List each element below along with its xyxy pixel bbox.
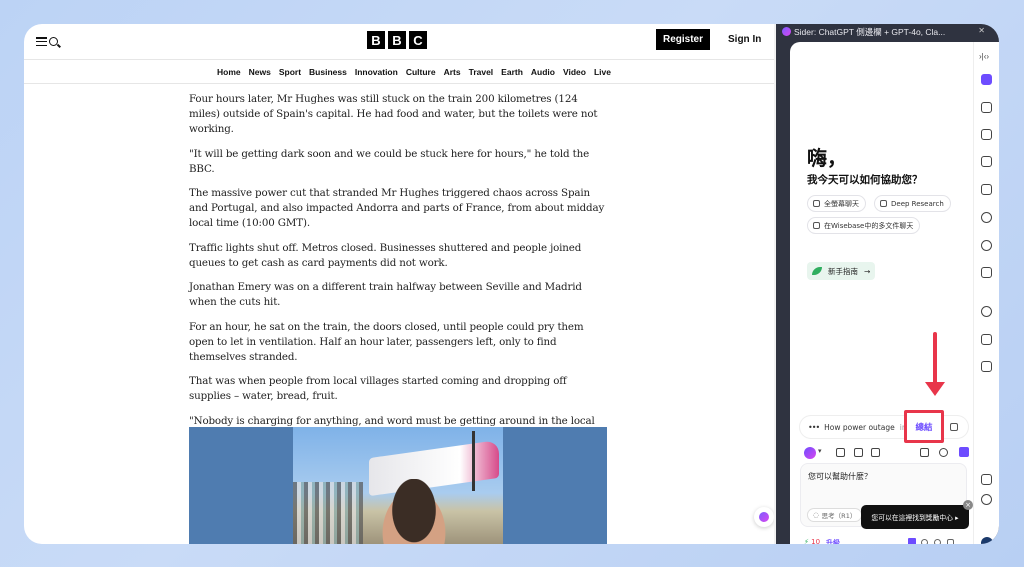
article-paragraph: Traffic lights shut off. Metros closed. …	[189, 241, 582, 269]
arrow-right-icon: →	[864, 266, 871, 276]
summarize-button[interactable]: 總結	[904, 410, 944, 443]
history-icon[interactable]	[981, 240, 992, 251]
logo-letter: B	[367, 31, 385, 49]
nav-earth[interactable]: Earth	[501, 67, 523, 77]
clipboard-icon[interactable]	[981, 184, 992, 195]
sider-float-button[interactable]	[754, 507, 774, 527]
expand-icon[interactable]	[950, 423, 958, 431]
article-paragraph: The massive power cut that stranded Mr H…	[189, 187, 605, 229]
nav-video[interactable]: Video	[563, 67, 586, 77]
nav-audio[interactable]: Audio	[531, 67, 555, 77]
bbc-header: B B C Register Sign In	[24, 24, 776, 60]
nav-sport[interactable]: Sport	[279, 67, 301, 77]
sider-footer: ⚡ 10 升級	[800, 538, 970, 544]
help-circle-icon[interactable]	[934, 539, 941, 544]
layout-icon[interactable]	[981, 361, 992, 372]
sign-in-link[interactable]: Sign In	[728, 34, 761, 45]
settings-icon[interactable]	[981, 494, 992, 505]
nav-live[interactable]: Live	[594, 67, 611, 77]
bbc-logo[interactable]: B B C	[367, 31, 427, 49]
article-paragraph: For an hour, he sat on the train, the do…	[189, 320, 584, 363]
collapse-icon[interactable]: ›|‹›	[979, 52, 989, 61]
logo-letter: B	[388, 31, 406, 49]
bbc-nav: Home News Sport Business Innovation Cult…	[24, 60, 776, 84]
nav-travel[interactable]: Travel	[469, 67, 494, 77]
more-icon[interactable]: •••	[808, 423, 820, 432]
greeting: 嗨，	[807, 146, 847, 170]
annotation-arrow-head	[925, 382, 945, 396]
mobile-icon[interactable]	[981, 474, 992, 485]
article-paragraph: That was when people from local villages…	[189, 375, 567, 402]
pdf-icon[interactable]	[981, 334, 992, 345]
new-chat-icon[interactable]	[959, 447, 969, 457]
nav-news[interactable]: News	[249, 67, 271, 77]
close-icon[interactable]: ×	[963, 500, 973, 510]
register-button[interactable]: Register	[656, 29, 710, 50]
nav-business[interactable]: Business	[309, 67, 347, 77]
logo-letter: C	[409, 31, 427, 49]
ocr-icon[interactable]	[981, 156, 992, 167]
search-icon	[49, 37, 58, 46]
chat-input-placeholder: 您可以幫助什麼？	[808, 472, 872, 481]
write-icon[interactable]	[981, 102, 992, 113]
article-paragraph: Four hours later, Mr Hughes was still st…	[189, 93, 598, 135]
gift-icon[interactable]	[908, 538, 916, 544]
fullscreen-icon	[813, 200, 820, 207]
wisebase-chat-chip[interactable]: 在Wisebase中的多文件聊天	[807, 217, 921, 234]
article-photo	[189, 427, 607, 544]
scissors-icon[interactable]	[836, 448, 845, 457]
think-toggle[interactable]: ◌ 思考（R1）	[807, 508, 863, 522]
translate-icon[interactable]	[981, 129, 992, 140]
browser-page: B B C Register Sign In Home News Sport B…	[24, 24, 776, 544]
article-paragraph: "It will be getting dark soon and we cou…	[189, 147, 590, 175]
leaf-icon	[812, 267, 822, 275]
pin-icon[interactable]: ✕	[978, 26, 985, 35]
help-icon[interactable]	[981, 212, 992, 223]
sliders-icon[interactable]	[920, 448, 929, 457]
article-paragraph: Jonathan Emery was on a different train …	[189, 281, 582, 308]
book-icon[interactable]	[871, 448, 880, 457]
deep-research-chip[interactable]: Deep Research	[874, 195, 951, 212]
clock-icon[interactable]	[939, 448, 948, 457]
sider-sidebar: Sider: ChatGPT 側邊欄 + GPT-4o, Cla... ✕ ›|…	[776, 24, 999, 544]
heart-icon[interactable]	[921, 539, 928, 544]
annotation-arrow	[933, 332, 937, 388]
nav-home[interactable]: Home	[217, 67, 241, 77]
sider-icon	[759, 512, 769, 522]
chevron-down-icon[interactable]: ▾	[818, 447, 822, 455]
person-image	[374, 479, 454, 544]
rewards-tooltip: 您可以在這裡找到獎勵中心 ▸ ×	[861, 500, 973, 529]
nav-culture[interactable]: Culture	[406, 67, 436, 77]
nav-arts[interactable]: Arts	[444, 67, 461, 77]
toolbox-icon[interactable]	[981, 267, 992, 278]
sider-tool-rail: ›|‹›	[973, 42, 999, 544]
sider-logo-icon	[782, 27, 791, 36]
credits-badge[interactable]: ⚡ 10	[804, 538, 820, 544]
beginner-guide-button[interactable]: 新手指南 →	[807, 262, 875, 280]
avatar[interactable]	[981, 537, 993, 544]
upgrade-link[interactable]: 升級	[826, 538, 840, 544]
input-toolbar: ▾	[804, 446, 969, 460]
attach-icon[interactable]	[854, 448, 863, 457]
document-icon	[813, 222, 820, 229]
sider-titlebar: Sider: ChatGPT 側邊欄 + GPT-4o, Cla... ✕	[776, 24, 999, 40]
bulb-icon: ◌	[813, 511, 819, 519]
nav-innovation[interactable]: Innovation	[355, 67, 398, 77]
menu-icon	[36, 37, 47, 46]
model-selector-icon[interactable]	[804, 447, 816, 459]
chat-icon[interactable]	[981, 74, 992, 85]
mail-icon[interactable]	[947, 539, 954, 544]
fullscreen-chat-chip[interactable]: 全螢幕聊天	[807, 195, 866, 212]
menu-search-button[interactable]	[36, 37, 58, 46]
palette-icon[interactable]	[981, 306, 992, 317]
grid-icon	[880, 200, 887, 207]
article-body: Four hours later, Mr Hughes was still st…	[189, 92, 609, 453]
sider-panel: ›|‹› 嗨， 我今天可以如何協助您？ 全螢幕聊天 Deep Research	[790, 42, 999, 544]
bolt-icon: ⚡	[804, 538, 809, 544]
greeting-subtitle: 我今天可以如何協助您？	[807, 174, 923, 186]
sider-window-title: Sider: ChatGPT 側邊欄 + GPT-4o, Cla...	[794, 27, 946, 37]
